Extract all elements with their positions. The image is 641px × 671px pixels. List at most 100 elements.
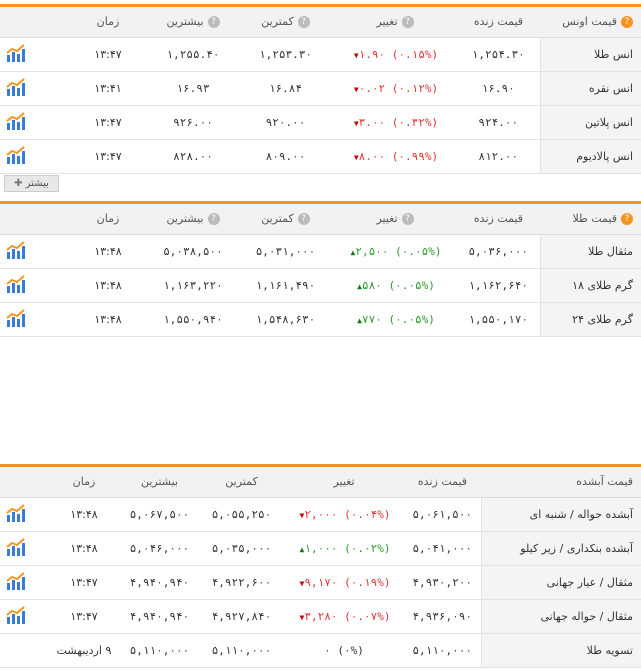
row-change-value: ۹,۱۷۰ (304, 575, 338, 589)
table-row[interactable]: انس پلاتین ۹۲۴.۰۰ ۳.۰۰ (۰.۳۲%)▼ ۹۲۰.۰۰ ۹۲۶.۰… (0, 105, 641, 140)
row-name[interactable]: آبشده بنکداری / زیر کیلو (480, 531, 641, 566)
table-row[interactable]: آبشده بنکداری / زیر کیلو ۵,۰۴۱,۰۰۰ ۱,۰۰۰ (… (0, 531, 641, 566)
row-change-value: ۲,۰۰۰ (304, 507, 338, 521)
row-name[interactable]: آبشده حواله / شنبه ای (480, 497, 641, 532)
row-change: ۵۸۰ (۰.۰۵%)▲ (333, 268, 457, 303)
row-change: ۷۷۰ (۰.۰۵%)▲ (333, 302, 457, 337)
row-name[interactable]: گرم طلای ۲۴ (539, 302, 641, 337)
question-icon[interactable]: ? (621, 213, 633, 226)
bullion-header-row: قیمت آبشده قیمت زنده تغییر کمترین بیشتری… (0, 467, 641, 498)
row-change-percent: (۰.۳۲%) (391, 115, 439, 129)
plus-icon: ✚ (14, 178, 23, 189)
line-chart-icon[interactable] (6, 145, 26, 167)
line-chart-icon[interactable] (6, 537, 26, 559)
row-time: ۱۳:۴۷ (48, 599, 120, 634)
row-time: ۱۳:۴۷ (68, 105, 148, 140)
line-chart-icon[interactable] (6, 77, 26, 99)
table-row[interactable]: آبشده حواله / شنبه ای ۵,۰۶۱,۵۰۰ ۲,۰۰۰ (۰.۰… (0, 497, 641, 532)
bullion-price-table: قیمت آبشده قیمت زنده تغییر کمترین بیشتری… (0, 467, 641, 668)
bullion-col-name: قیمت آبشده (481, 467, 641, 498)
row-live-price: ۸۱۲.۰۰ (457, 139, 540, 174)
row-time: ۱۳:۴۸ (48, 497, 120, 532)
line-chart-icon[interactable] (6, 111, 26, 133)
row-live-price: ۹۲۴.۰۰ (457, 105, 540, 140)
table-row[interactable]: گرم طلای ۲۴ ۱,۵۵۰,۱۷۰ ۷۷۰ (۰.۰۵%)▲ ۱,۵۴۸,۶۳… (0, 302, 641, 337)
row-live-price: ۵,۰۳۶,۰۰۰ (457, 234, 540, 269)
line-chart-icon[interactable] (6, 571, 26, 593)
row-time: ۱۳:۴۷ (48, 565, 120, 600)
row-change: ۰.۰۲ (۰.۱۲%)▼ (333, 71, 457, 106)
row-name[interactable]: انس پالادیوم (539, 139, 641, 174)
row-live-price: ۱۶.۹۰ (457, 71, 540, 106)
table-row[interactable]: مثقال / حواله جهانی ۴,۹۳۶,۰۹۰ ۳,۲۸۰ (۰.۰۷%… (0, 599, 641, 634)
row-change: ۱.۹۰ (۰.۱۵%)▼ (333, 37, 457, 72)
gold-col-live: قیمت زنده (457, 204, 540, 235)
row-change-percent: (۰.۹۹%) (391, 149, 439, 163)
table-row[interactable]: انس پالادیوم ۸۱۲.۰۰ ۸.۰۰ (۰.۹۹%)▼ ۸۰۹.۰۰ ۸۲۸… (0, 139, 641, 174)
ounce-price-panel: ?قیمت اونس قیمت زنده ?تغییر ?کمترین ?بیش… (0, 4, 641, 174)
row-high: ۸۲۸.۰۰ (148, 139, 238, 174)
gold-price-table: ?قیمت طلا قیمت زنده ?تغییر ?کمترین ?بیشت… (0, 204, 641, 337)
row-live-price: ۴,۹۳۶,۰۹۰ (404, 599, 481, 634)
row-low: ۹۲۰.۰۰ (238, 105, 333, 140)
gold-col-chart (0, 204, 68, 235)
row-name[interactable]: انس طلا (539, 37, 641, 72)
gold-col-time: زمان (68, 204, 148, 235)
row-high: ۴,۹۴۰,۹۴۰ (120, 565, 199, 600)
row-time: ۱۳:۴۸ (48, 531, 120, 566)
question-icon[interactable]: ? (297, 213, 310, 226)
ounce-price-table: ?قیمت اونس قیمت زنده ?تغییر ?کمترین ?بیش… (0, 7, 641, 174)
row-high: ۱,۵۵۰,۹۴۰ (148, 302, 238, 337)
question-icon[interactable]: ? (401, 213, 414, 226)
row-change-percent: (۰.۰۵%) (388, 312, 435, 326)
row-chart-cell (0, 302, 68, 337)
row-change: ۰ (۰%) (284, 633, 404, 668)
question-icon[interactable]: ? (621, 16, 633, 29)
line-chart-icon[interactable] (6, 308, 26, 330)
line-chart-icon[interactable] (6, 43, 26, 65)
row-high: ۴,۹۴۰,۹۴۰ (120, 599, 199, 634)
row-live-price: ۵,۰۶۱,۵۰۰ (404, 497, 481, 532)
row-name[interactable]: مثقال / عیار جهانی (480, 565, 641, 600)
row-change-percent: (۰.۰۲%) (344, 541, 391, 555)
question-icon[interactable]: ? (207, 16, 220, 29)
table-row[interactable]: مثقال / عیار جهانی ۴,۹۳۰,۲۰۰ ۹,۱۷۰ (۰.۱۹%)… (0, 565, 641, 600)
table-row[interactable]: مثقال طلا ۵,۰۳۶,۰۰۰ ۲,۵۰۰ (۰.۰۵%)▲ ۵,۰۳۱,۰۰… (0, 234, 641, 269)
table-row[interactable]: گرم طلای ۱۸ ۱,۱۶۲,۶۴۰ ۵۸۰ (۰.۰۵%)▲ ۱,۱۶۱,۴۹… (0, 268, 641, 303)
row-name[interactable]: تسویه طلا (480, 633, 641, 668)
table-row[interactable]: انس نقره ۱۶.۹۰ ۰.۰۲ (۰.۱۲%)▼ ۱۶.۸۴ ۱۶.۹۳ ۱۳:۴… (0, 71, 641, 106)
row-live-price: ۱,۲۵۴.۳۰ (457, 37, 540, 72)
question-icon[interactable]: ? (207, 213, 220, 226)
question-icon[interactable]: ? (297, 16, 310, 29)
more-button[interactable]: ✚ بیشتر (4, 175, 59, 192)
row-name[interactable]: مثقال / حواله جهانی (480, 599, 641, 634)
question-icon[interactable]: ? (401, 16, 414, 29)
table-row[interactable]: انس طلا ۱,۲۵۴.۳۰ ۱.۹۰ (۰.۱۵%)▼ ۱,۲۵۳.۳۰ ۱,۲۵… (0, 37, 641, 72)
bullion-col-time: زمان (48, 467, 120, 498)
row-time: ۱۳:۴۷ (68, 37, 148, 72)
line-chart-icon[interactable] (6, 503, 26, 525)
row-name[interactable]: مثقال طلا (539, 234, 641, 269)
row-live-price: ۵,۰۴۱,۰۰۰ (404, 531, 481, 566)
row-name[interactable]: گرم طلای ۱۸ (539, 268, 641, 303)
row-low: ۴,۹۲۷,۸۴۰ (199, 599, 284, 634)
row-change-percent: (۰%) (337, 643, 364, 657)
table-row[interactable]: تسویه طلا ۵,۱۱۰,۰۰۰ ۰ (۰%) ۵,۱۱۰,۰۰۰ ۵,۱۱۰,۰… (0, 633, 641, 668)
line-chart-icon[interactable] (6, 240, 26, 262)
row-high: ۵,۰۴۶,۰۰۰ (120, 531, 199, 566)
bullion-col-chart (0, 467, 48, 498)
row-change-value: ۳.۰۰ (358, 115, 386, 129)
line-chart-icon[interactable] (6, 274, 26, 296)
row-change-value: ۰ (324, 643, 331, 657)
row-name[interactable]: انس نقره (539, 71, 641, 106)
row-time: ۱۳:۴۸ (68, 268, 148, 303)
row-chart-cell (0, 268, 68, 303)
line-chart-icon[interactable] (6, 605, 26, 627)
row-chart-cell (0, 71, 68, 106)
row-low: ۵,۰۳۵,۰۰۰ (199, 531, 284, 566)
row-name[interactable]: انس پلاتین (539, 105, 641, 140)
row-chart-cell (0, 139, 68, 174)
row-change-value: ۵۸۰ (361, 278, 382, 292)
gold-col-low: ?کمترین (238, 204, 333, 235)
row-low: ۱,۵۴۸,۶۳۰ (238, 302, 333, 337)
